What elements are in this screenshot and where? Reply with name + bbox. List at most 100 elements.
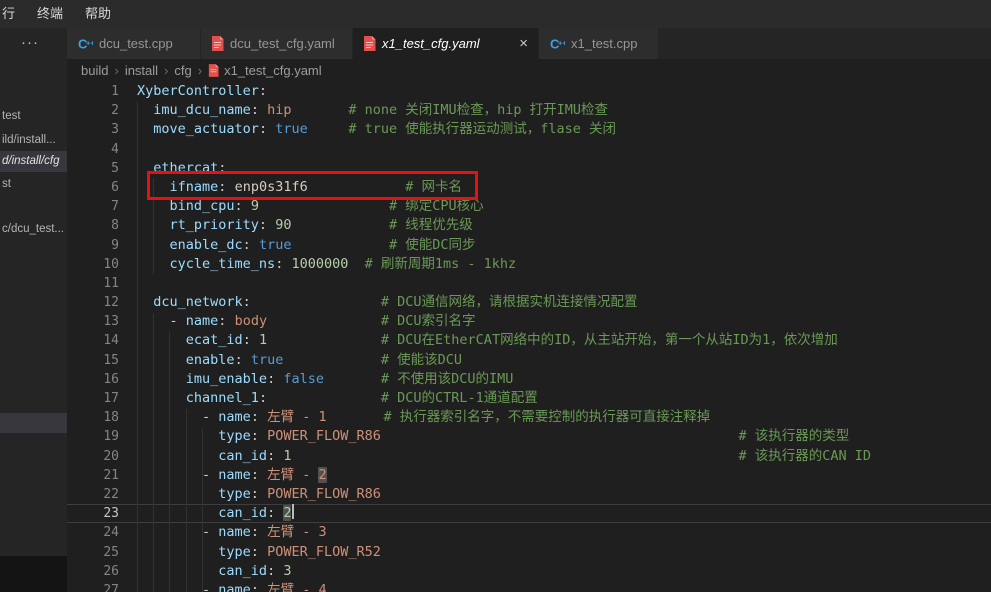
yaml-file-icon — [363, 36, 376, 51]
line-code: rt_priority: 90 # 线程优先级 — [137, 216, 473, 235]
line-code: - name: 左臂 - 4 — [137, 581, 327, 592]
line-code: type: POWER_FLOW_R52 — [137, 543, 381, 562]
line-number: 17 — [67, 389, 119, 408]
sidebar-item[interactable]: test — [0, 106, 67, 126]
indent-guide — [169, 332, 170, 592]
line-code: enable: true # 使能该DCU — [137, 351, 462, 370]
line-code: type: POWER_FLOW_R86 — [137, 485, 381, 504]
editor-line-25[interactable]: 25 type: POWER_FLOW_R52 — [67, 543, 991, 562]
editor-line-2[interactable]: 2 imu_dcu_name: hip # none 关闭IMU检查，hip 打… — [67, 101, 991, 120]
line-code: channel_1: # DCU的CTRL-1通道配置 — [137, 389, 538, 408]
editor-line-11[interactable]: 11 — [67, 274, 991, 293]
line-code: type: POWER_FLOW_R86 # 该执行器的类型 — [137, 427, 849, 446]
line-number: 4 — [67, 140, 119, 159]
tab-label: x1_test_cfg.yaml — [382, 36, 480, 51]
menu-item-1[interactable]: 行 — [0, 0, 26, 28]
line-number: 2 — [67, 101, 119, 120]
editor-line-20[interactable]: 20 can_id: 1 # 该执行器的CAN ID — [67, 447, 991, 466]
line-number: 16 — [67, 370, 119, 389]
tab-dcu-test-cfg-yaml[interactable]: dcu_test_cfg.yaml — [201, 28, 353, 59]
editor-line-14[interactable]: 14 ecat_id: 1 # DCU在EtherCAT网络中的ID，从主站开始… — [67, 331, 991, 350]
editor-line-21[interactable]: 21 - name: 左臂 - 2 — [67, 466, 991, 485]
editor-line-13[interactable]: 13 - name: body # DCU索引名字 — [67, 312, 991, 331]
tab-label: dcu_test_cfg.yaml — [230, 36, 335, 51]
line-number: 13 — [67, 312, 119, 331]
line-code: bind_cpu: 9 # 绑定CPU核心 — [137, 197, 484, 216]
editor-line-26[interactable]: 26 can_id: 3 — [67, 562, 991, 581]
sidebar-item[interactable]: c/dcu_test... — [0, 219, 67, 239]
editor-line-12[interactable]: 12 dcu_network: # DCU通信网络，请根据实机连接情况配置 — [67, 293, 991, 312]
line-number: 22 — [67, 485, 119, 504]
tab-x1-test-cfg-yaml[interactable]: x1_test_cfg.yaml × — [353, 28, 539, 59]
line-number: 14 — [67, 331, 119, 350]
line-number: 18 — [67, 408, 119, 427]
indent-guide — [202, 428, 203, 592]
breadcrumb-item[interactable]: cfg — [174, 63, 191, 78]
editor-line-10[interactable]: 10 cycle_time_ns: 1000000 # 刷新周期1ms - 1k… — [67, 255, 991, 274]
sidebar-footer-block — [0, 556, 67, 592]
editor-line-7[interactable]: 7 bind_cpu: 9 # 绑定CPU核心 — [67, 197, 991, 216]
close-icon[interactable]: × — [519, 36, 528, 51]
line-number: 1 — [67, 82, 119, 101]
breadcrumb: build›install›cfg›x1_test_cfg.yaml — [67, 59, 991, 82]
line-code: - name: 左臂 - 2 — [137, 466, 327, 485]
sidebar-item[interactable]: d/install/cfg — [0, 151, 67, 172]
editor-line-1[interactable]: 1 XyberController: — [67, 82, 991, 101]
breadcrumb-item[interactable]: build — [81, 63, 108, 78]
cpp-file-icon: C++ — [549, 36, 565, 52]
editor-line-9[interactable]: 9 enable_dc: true # 使能DC同步 — [67, 236, 991, 255]
tab-x1-test-cpp[interactable]: C++ x1_test.cpp — [539, 28, 659, 59]
text-cursor — [292, 504, 294, 519]
editor-line-8[interactable]: 8 rt_priority: 90 # 线程优先级 — [67, 216, 991, 235]
editor-line-22[interactable]: 22 type: POWER_FLOW_R86 — [67, 485, 991, 504]
line-number: 27 — [67, 581, 119, 592]
indent-guide — [137, 102, 138, 592]
yaml-file-icon — [211, 36, 224, 51]
editor-pane[interactable]: 1XyberController:2 imu_dcu_name: hip # n… — [67, 82, 991, 592]
editor-line-18[interactable]: 18 - name: 左臂 - 1 # 执行器索引名字，不需要控制的执行器可直接… — [67, 408, 991, 427]
tab-label: x1_test.cpp — [571, 36, 638, 51]
line-code: imu_enable: false # 不使用该DCU的IMU — [137, 370, 513, 389]
editor-line-4[interactable]: 4 — [67, 140, 991, 159]
menu-item-3[interactable]: 帮助 — [74, 0, 122, 28]
line-number: 9 — [67, 236, 119, 255]
menu-item-2[interactable]: 终端 — [26, 0, 74, 28]
line-code: - name: body # DCU索引名字 — [137, 312, 476, 331]
breadcrumb-file-label: x1_test_cfg.yaml — [224, 63, 322, 78]
indent-guide — [153, 313, 154, 592]
line-number: 21 — [67, 466, 119, 485]
editor-line-16[interactable]: 16 imu_enable: false # 不使用该DCU的IMU — [67, 370, 991, 389]
line-number: 15 — [67, 351, 119, 370]
tab-dcu-test-cpp[interactable]: C++dcu_test.cpp — [67, 28, 201, 59]
breadcrumb-item[interactable]: install — [125, 63, 158, 78]
editor-line-27[interactable]: 27 - name: 左臂 - 4 — [67, 581, 991, 592]
editor-line-24[interactable]: 24 - name: 左臂 - 3 — [67, 523, 991, 542]
sidebar-selected-band[interactable] — [0, 413, 67, 433]
sidebar-item[interactable]: ild/install... — [0, 130, 67, 150]
breadcrumb-item-file[interactable]: x1_test_cfg.yaml — [208, 63, 322, 78]
indent-guide — [186, 409, 187, 592]
annotation-highlight-box — [147, 171, 478, 200]
tab-bar: C++dcu_test.cpp dcu_test_cfg.yaml x1_test_… — [67, 28, 991, 59]
line-number: 12 — [67, 293, 119, 312]
line-number: 7 — [67, 197, 119, 216]
line-number: 11 — [67, 274, 119, 293]
line-number: 10 — [67, 255, 119, 274]
line-code: dcu_network: # DCU通信网络，请根据实机连接情况配置 — [137, 293, 638, 312]
sidebar-item[interactable]: st — [0, 174, 67, 194]
editor-line-15[interactable]: 15 enable: true # 使能该DCU — [67, 351, 991, 370]
line-number: 25 — [67, 543, 119, 562]
editor-line-23[interactable]: 23 can_id: 2 — [67, 504, 991, 523]
yaml-file-icon — [208, 64, 219, 77]
more-actions-button[interactable]: ··· — [0, 34, 60, 51]
line-code: can_id: 2 — [137, 504, 294, 523]
line-code: imu_dcu_name: hip # none 关闭IMU检查，hip 打开I… — [137, 101, 608, 120]
editor-line-19[interactable]: 19 type: POWER_FLOW_R86 # 该执行器的类型 — [67, 427, 991, 446]
line-number: 3 — [67, 120, 119, 139]
editor-line-3[interactable]: 3 move_actuator: true # true 使能执行器运动测试，f… — [67, 120, 991, 139]
svg-text:++: ++ — [558, 38, 565, 47]
editor-line-17[interactable]: 17 channel_1: # DCU的CTRL-1通道配置 — [67, 389, 991, 408]
file-list-sidebar: ··· test ild/install...d/install/cfgst c/d… — [0, 28, 67, 592]
line-number: 20 — [67, 447, 119, 466]
line-code: XyberController: — [137, 82, 267, 101]
